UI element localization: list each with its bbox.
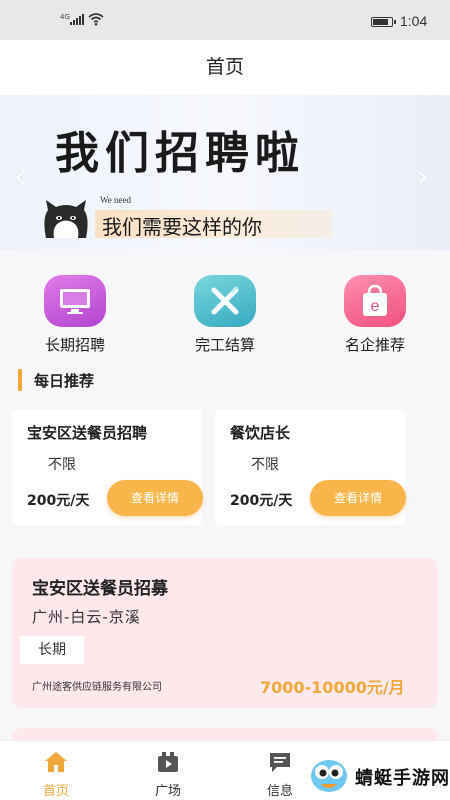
shortcut-grid: 长期招聘 完工结算 e 名企推荐 [0,275,450,355]
watermark: 蜻蜓手游网 [305,752,450,798]
recommend-salary: 200元/天 [230,493,293,509]
section-accent-bar [18,369,22,391]
status-time: 1:04 [400,13,428,29]
recommend-requirement: 不限 [251,457,279,473]
banner-dot[interactable] [222,236,228,242]
job-title: 宝安区送餐员招募 [32,579,168,599]
message-icon [270,753,290,772]
status-bar: 4G 1:04 [0,0,450,40]
shopping-bag-icon: e [344,275,406,327]
page-title: 首页 [205,56,244,78]
shortcut-long-term[interactable]: 长期招聘 [20,275,130,355]
banner-prev-icon[interactable]: ‹ [14,157,27,195]
job-card[interactable]: 宝安区送餐员招募 广州-白云-京溪 长期 广州途客供应链服务有限公司 7000-… [12,558,438,708]
daily-section-title: 每日推荐 [18,368,94,392]
view-detail-button[interactable]: 查看详情 [107,480,203,516]
recommend-requirement: 不限 [48,457,76,473]
monitor-icon [44,275,106,327]
tab-label: 首页 [42,784,69,799]
job-type-tag: 长期 [20,636,84,664]
job-company: 广州途客供应链服务有限公司 [32,682,162,693]
watermark-text: 蜻蜓手游网 [355,768,450,789]
job-pay: 7000-10000元/月 [260,678,405,697]
shortcut-label: 长期招聘 [44,336,105,354]
dragonfly-logo [311,760,347,792]
wifi-icon [88,13,104,26]
shortcut-label: 名企推荐 [344,336,405,354]
job-location: 广州-白云-京溪 [32,608,141,626]
shortcut-label: 完工结算 [194,336,255,354]
banner-next-icon[interactable]: › [416,157,429,195]
signal-icon [70,14,84,25]
banner-headline: 我们招聘啦 [55,128,305,179]
battery-icon [371,17,396,27]
video-icon [158,752,178,772]
section-title-text: 每日推荐 [34,371,95,390]
banner-indicator [0,227,450,246]
home-icon [45,752,67,772]
recommend-salary: 200元/天 [27,493,90,509]
shortcut-famous-company[interactable]: e 名企推荐 [320,275,430,355]
recommend-job-name: 宝安区送餐员招聘 [27,424,148,442]
view-detail-button[interactable]: 查看详情 [310,480,406,516]
svg-text:e: e [371,298,380,315]
tab-plaza[interactable]: 广场 [128,741,208,799]
recruit-banner[interactable]: 我们招聘啦 We need 我们需要这样的你 ‹ › [0,95,450,250]
tab-home[interactable]: 首页 [16,741,96,799]
recommend-job-name: 餐饮店长 [230,424,291,442]
network-type: 4G [60,13,70,21]
tools-icon [194,275,256,327]
banner-we-need: We need [100,195,132,205]
tab-label: 广场 [154,784,181,799]
shortcut-settlement[interactable]: 完工结算 [170,275,280,355]
app-header: 首页 [0,40,450,95]
recommend-card[interactable]: 宝安区送餐员招聘 不限 200元/天 查看详情 [12,410,203,525]
recommend-card[interactable]: 餐饮店长 不限 200元/天 查看详情 [215,410,406,525]
